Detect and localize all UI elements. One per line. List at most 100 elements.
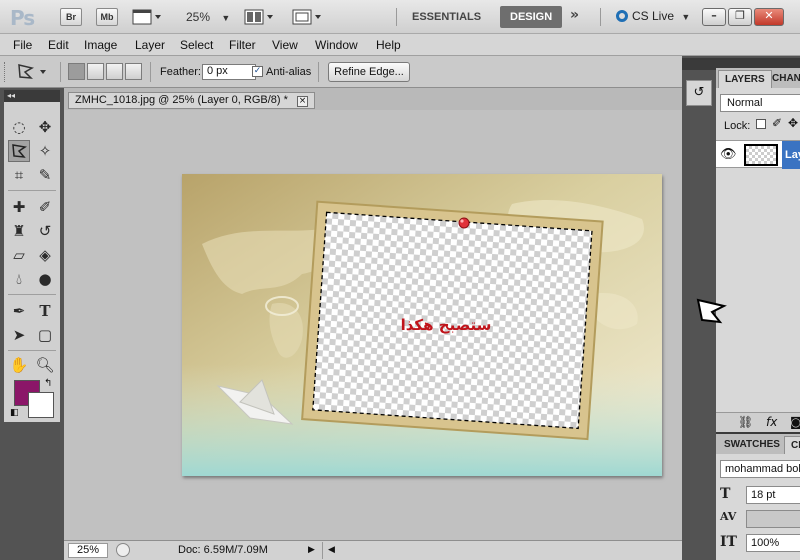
- paint-bucket-tool-icon[interactable]: ◈: [34, 244, 56, 266]
- layer-row[interactable]: 👁︎ Lay: [716, 140, 800, 169]
- shape-tool-icon[interactable]: ▢: [34, 324, 56, 346]
- close-tab-icon[interactable]: ×: [296, 96, 308, 107]
- healing-brush-tool-icon[interactable]: ✚: [8, 196, 30, 218]
- menu-layer[interactable]: Layer: [135, 38, 165, 52]
- anti-alias-checkbox[interactable]: ✓: [252, 66, 263, 77]
- swap-colors-icon[interactable]: ↰: [44, 378, 52, 389]
- history-panel-icon[interactable]: ↺: [686, 80, 712, 106]
- add-to-selection-button[interactable]: [87, 63, 104, 80]
- new-selection-button[interactable]: [68, 63, 85, 80]
- crop-tool-icon[interactable]: ⌗: [8, 164, 30, 186]
- lock-transparency-icon[interactable]: [756, 119, 766, 129]
- tools-panel: ◂◂ ◌ ✥ ✧ ⌗ ✎ ✚ ✐ ♜ ↺ ▱ ◈ 💧︎ ● ✒ T ➤ ▢ ✋ …: [0, 88, 64, 560]
- menu-edit[interactable]: Edit: [48, 38, 69, 52]
- divider: [150, 62, 151, 82]
- layer-effects-icon[interactable]: fx: [766, 415, 777, 429]
- menu-help[interactable]: Help: [376, 38, 401, 52]
- character-panel-tabs: SWATCHES CH: [716, 434, 800, 454]
- lock-label: Lock:: [724, 120, 751, 132]
- restore-icon: ❐: [735, 9, 745, 22]
- menu-image[interactable]: Image: [84, 38, 117, 52]
- type-tool-icon[interactable]: T: [34, 300, 56, 322]
- restore-button[interactable]: ❐: [728, 8, 752, 26]
- blur-tool-icon[interactable]: 💧︎: [8, 268, 30, 290]
- intersect-selection-button[interactable]: [125, 63, 142, 80]
- options-grip[interactable]: [4, 62, 7, 82]
- status-menu-icon[interactable]: [116, 543, 130, 557]
- status-menu-arrow-icon[interactable]: ▶: [308, 545, 315, 555]
- clone-stamp-tool-icon[interactable]: ♜: [8, 220, 30, 242]
- eraser-tool-icon[interactable]: ▱: [8, 244, 30, 266]
- push-pin-highlight: [460, 219, 464, 223]
- divider: [318, 62, 319, 82]
- launch-minibridge-button[interactable]: Mb: [96, 8, 118, 26]
- refine-edge-button[interactable]: Refine Edge...: [328, 62, 410, 82]
- workspace-essentials[interactable]: ESSENTIALS: [402, 6, 491, 28]
- magic-wand-tool-icon[interactable]: ✧: [34, 140, 56, 162]
- application-bar: Ps Br Mb 25% ▼ ESSENTIALS DESIGN » CS Li…: [0, 0, 800, 34]
- lock-pixels-icon[interactable]: ✐: [772, 116, 782, 130]
- font-family-select[interactable]: mohammad bold: [720, 460, 800, 478]
- tool-preset-picker[interactable]: [14, 62, 50, 82]
- polygonal-lasso-tool-icon[interactable]: [8, 140, 30, 162]
- menu-view[interactable]: View: [272, 38, 298, 52]
- dock-header[interactable]: [682, 58, 716, 70]
- overlay-caption: ستصبح هكذا: [400, 316, 492, 334]
- status-zoom-field[interactable]: 25%: [68, 543, 108, 558]
- tab-channels[interactable]: CHAN: [766, 70, 800, 88]
- cs-live-icon: [616, 10, 628, 22]
- view-extras-button[interactable]: [132, 8, 164, 26]
- menu-window[interactable]: Window: [315, 38, 358, 52]
- arrange-documents-button[interactable]: [244, 8, 276, 26]
- brush-tool-icon[interactable]: ✐: [34, 196, 56, 218]
- tab-swatches[interactable]: SWATCHES: [718, 436, 786, 454]
- zoom-tool-icon[interactable]: 🔍︎: [34, 354, 56, 376]
- tab-layers[interactable]: LAYERS: [718, 70, 772, 88]
- vertical-scale-icon: IT: [720, 534, 737, 550]
- default-colors-icon[interactable]: ◧: [10, 408, 19, 418]
- minimize-icon: –: [711, 9, 717, 22]
- path-selection-tool-icon[interactable]: ➤: [8, 324, 30, 346]
- vertical-scale-field[interactable]: 100%: [746, 534, 800, 552]
- lock-position-icon[interactable]: ✥: [788, 116, 798, 130]
- menu-filter[interactable]: Filter: [229, 38, 256, 52]
- history-brush-tool-icon[interactable]: ↺: [34, 220, 56, 242]
- divider: [8, 350, 56, 351]
- screen-mode-button[interactable]: [292, 8, 324, 26]
- font-size-field[interactable]: 18 pt: [746, 486, 800, 504]
- visibility-eye-icon[interactable]: 👁︎: [720, 147, 737, 162]
- move-tool-icon[interactable]: ✥: [34, 116, 56, 138]
- blend-mode-select[interactable]: Normal: [720, 94, 800, 112]
- pen-tool-icon[interactable]: ✒: [8, 300, 30, 322]
- menu-bar: File Edit Image Layer Select Filter View…: [0, 34, 800, 56]
- layer-mask-icon[interactable]: ◙: [790, 415, 800, 429]
- zoom-level-value: 25%: [186, 10, 211, 24]
- feather-input[interactable]: 0 px: [202, 64, 256, 80]
- launch-bridge-button[interactable]: Br: [60, 8, 82, 26]
- layers-panel-tabs: LAYERS CHAN: [716, 68, 800, 88]
- more-workspaces-icon[interactable]: »: [570, 7, 579, 23]
- divider: [396, 8, 397, 26]
- workspace-design[interactable]: DESIGN: [500, 6, 563, 28]
- minimize-button[interactable]: –: [702, 8, 726, 26]
- menu-file[interactable]: File: [13, 38, 32, 52]
- scroll-left-icon[interactable]: ◀: [328, 545, 335, 555]
- cs-live-button[interactable]: CS Live ▼: [616, 9, 690, 23]
- dodge-tool-icon[interactable]: ●: [34, 268, 56, 290]
- canvas-viewport[interactable]: ستصبح هكذا: [64, 110, 716, 540]
- subtract-from-selection-button[interactable]: [106, 63, 123, 80]
- menu-select[interactable]: Select: [180, 38, 213, 52]
- zoom-level-select[interactable]: 25% ▼: [186, 10, 230, 24]
- marquee-tool-icon[interactable]: ◌: [8, 116, 30, 138]
- tools-panel-header[interactable]: ◂◂: [4, 90, 60, 102]
- document-tab[interactable]: ZMHC_1018.jpg @ 25% (Layer 0, RGB/8) * ×: [68, 92, 315, 109]
- hand-tool-icon[interactable]: ✋: [8, 354, 30, 376]
- tab-character[interactable]: CH: [784, 436, 800, 454]
- divider: [600, 8, 601, 26]
- divider: [60, 62, 61, 82]
- link-layers-icon[interactable]: ⛓: [738, 415, 753, 429]
- background-color-swatch[interactable]: [28, 392, 54, 418]
- close-button[interactable]: ✕: [754, 8, 784, 26]
- tracking-field[interactable]: [746, 510, 800, 528]
- eyedropper-tool-icon[interactable]: ✎: [34, 164, 56, 186]
